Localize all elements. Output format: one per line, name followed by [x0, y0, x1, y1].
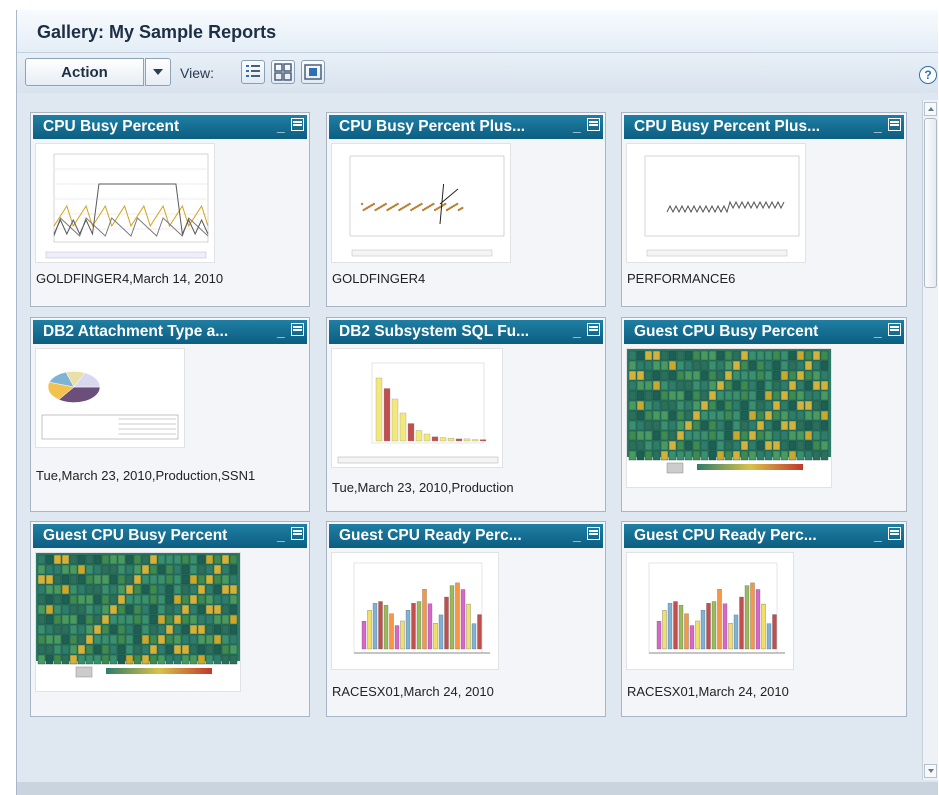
card-title[interactable]: DB2 Attachment Type a...	[33, 320, 307, 344]
list-view-button[interactable]	[241, 60, 265, 84]
report-thumbnail[interactable]	[35, 552, 241, 692]
report-thumbnail[interactable]	[626, 552, 794, 670]
minimize-icon[interactable]: _	[277, 324, 287, 338]
report-thumbnail[interactable]	[626, 348, 832, 488]
wave-chart-thumbnail-icon	[644, 155, 800, 257]
card-caption: GOLDFINGER4	[332, 271, 426, 286]
report-card[interactable]: Guest CPU Busy Percent _	[30, 521, 310, 717]
scroll-thumb[interactable]	[924, 118, 937, 288]
card-menu-icon[interactable]	[291, 118, 304, 131]
tile-view-button[interactable]	[271, 60, 295, 84]
report-thumbnail[interactable]	[331, 348, 503, 468]
tile-view-icon	[274, 63, 292, 81]
window-titlebar: Gallery: My Sample Reports	[17, 10, 938, 53]
report-card[interactable]: DB2 Subsystem SQL Fu... _ Tue,March 23, 20…	[326, 317, 606, 512]
scatter-chart-thumbnail-icon	[349, 155, 505, 257]
thumbnail-view-icon	[304, 64, 322, 80]
card-menu-icon[interactable]	[587, 323, 600, 336]
card-caption: RACESX01,March 24, 2010	[332, 684, 494, 699]
report-card[interactable]: CPU Busy Percent Plus... _ GOLDFINGER4	[326, 112, 606, 307]
minimize-icon[interactable]: _	[573, 324, 583, 338]
thumbnail-view-button[interactable]	[301, 60, 325, 84]
card-menu-icon[interactable]	[291, 527, 304, 540]
minimize-icon[interactable]: _	[874, 528, 884, 542]
toolbar: Action View: ?	[17, 53, 938, 93]
report-card[interactable]: CPU Busy Percent Plus... _ PERFORMANCE6	[621, 112, 907, 307]
report-thumbnail[interactable]	[331, 552, 499, 670]
treemap-chart-thumbnail-icon	[627, 349, 831, 474]
list-view-icon	[246, 65, 260, 77]
minimize-icon[interactable]: _	[277, 528, 287, 542]
bar3dmulti-chart-thumbnail-icon	[648, 562, 785, 654]
card-title[interactable]: Guest CPU Busy Percent	[624, 320, 904, 344]
scroll-up-button[interactable]	[924, 102, 937, 116]
card-menu-icon[interactable]	[587, 118, 600, 131]
treemap-chart-thumbnail-icon	[36, 553, 240, 678]
vertical-scrollbar[interactable]	[922, 100, 938, 780]
card-caption: RACESX01,March 24, 2010	[627, 684, 789, 699]
report-thumbnail[interactable]	[35, 348, 185, 448]
card-menu-icon[interactable]	[888, 323, 901, 336]
action-button[interactable]: Action	[25, 58, 144, 86]
report-card[interactable]: CPU Busy Percent _ GOLDFINGER4,March 14, 2…	[30, 112, 310, 307]
report-card[interactable]: Guest CPU Ready Perc... _ RACESX01,March 2…	[326, 521, 606, 717]
card-caption: Tue,March 23, 2010,Production,SSN1	[36, 468, 256, 483]
minimize-icon[interactable]: _	[874, 119, 884, 133]
card-menu-icon[interactable]	[888, 118, 901, 131]
report-card[interactable]: Guest CPU Busy Percent _	[621, 317, 907, 512]
card-caption: GOLDFINGER4,March 14, 2010	[36, 271, 224, 286]
card-menu-icon[interactable]	[587, 527, 600, 540]
card-title[interactable]: CPU Busy Percent Plus...	[624, 115, 904, 139]
card-menu-icon[interactable]	[291, 323, 304, 336]
card-title[interactable]: CPU Busy Percent Plus...	[329, 115, 603, 139]
card-title[interactable]: CPU Busy Percent	[33, 115, 307, 139]
pie-chart-thumbnail-icon	[41, 371, 179, 440]
report-card[interactable]: DB2 Attachment Type a... _ Tue,March 23, 2…	[30, 317, 310, 512]
report-thumbnail[interactable]	[331, 143, 511, 263]
report-card[interactable]: Guest CPU Ready Perc... _ RACESX01,March 2…	[621, 521, 907, 717]
minimize-icon[interactable]: _	[573, 528, 583, 542]
line-chart-thumbnail-icon	[45, 153, 209, 259]
minimize-icon[interactable]: _	[874, 324, 884, 338]
status-bar	[17, 782, 938, 795]
card-title[interactable]: DB2 Subsystem SQL Fu...	[329, 320, 603, 344]
bar3dmulti-chart-thumbnail-icon	[353, 562, 490, 654]
window-title: Gallery: My Sample Reports	[37, 22, 277, 42]
card-menu-icon[interactable]	[888, 527, 901, 540]
report-thumbnail[interactable]	[626, 143, 806, 263]
bar3d-chart-thumbnail-icon	[337, 362, 499, 464]
card-title[interactable]: Guest CPU Ready Perc...	[329, 524, 603, 548]
card-caption: Tue,March 23, 2010,Production	[332, 480, 514, 495]
help-icon[interactable]: ?	[919, 66, 937, 84]
view-label: View:	[180, 65, 214, 81]
report-thumbnail[interactable]	[35, 143, 215, 263]
chevron-down-icon	[153, 69, 163, 75]
card-caption: PERFORMANCE6	[627, 271, 736, 286]
minimize-icon[interactable]: _	[277, 119, 287, 133]
card-title[interactable]: Guest CPU Ready Perc...	[624, 524, 904, 548]
card-title[interactable]: Guest CPU Busy Percent	[33, 524, 307, 548]
minimize-icon[interactable]: _	[573, 119, 583, 133]
scroll-down-button[interactable]	[924, 764, 937, 778]
action-dropdown-button[interactable]	[145, 58, 171, 86]
